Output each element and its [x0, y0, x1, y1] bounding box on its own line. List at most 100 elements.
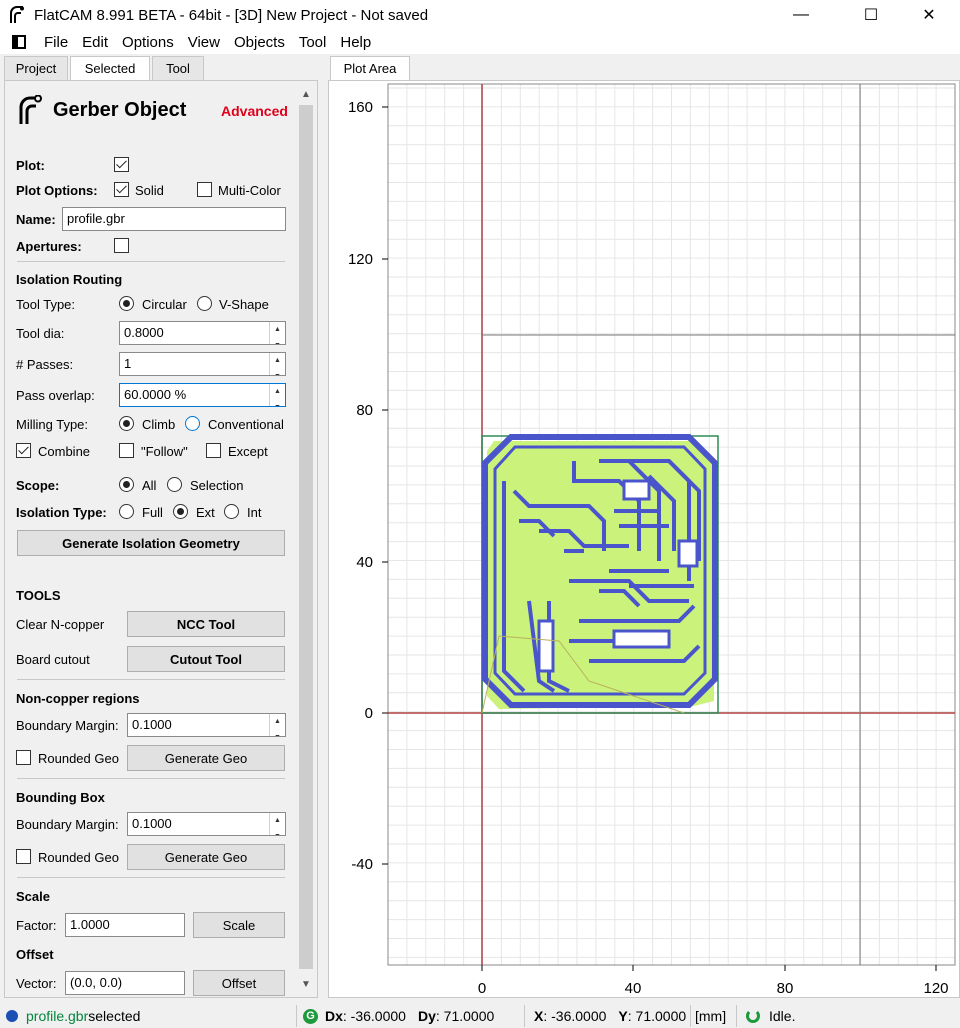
tab-project[interactable]: Project: [4, 56, 68, 80]
scope-selection-label: Selection: [190, 478, 244, 493]
spinner-icon[interactable]: ▲▼: [269, 813, 285, 835]
solid-label: Solid: [135, 183, 164, 198]
generate-isolation-button[interactable]: Generate Isolation Geometry: [17, 530, 285, 556]
bbox-rounded-checkbox[interactable]: [16, 849, 31, 864]
tool-dia-input[interactable]: 0.8000 ▲▼: [119, 321, 286, 345]
ncc-tool-button[interactable]: NCC Tool: [127, 611, 285, 637]
spinner-icon[interactable]: ▲▼: [269, 714, 285, 736]
solid-checkbox[interactable]: [114, 182, 129, 197]
gerber-logo-icon: [19, 95, 42, 124]
pcb-geometry: [481, 434, 719, 714]
climb-radio[interactable]: [119, 416, 134, 431]
plot-canvas[interactable]: 160 120 80 40 0 -40 0 40 80 120: [328, 80, 960, 998]
conventional-radio[interactable]: [185, 416, 200, 431]
tool-dia-label: Tool dia:: [16, 326, 65, 341]
x-tick-120: 120: [923, 980, 948, 997]
circular-radio[interactable]: [119, 296, 134, 311]
maximize-button[interactable]: ☐: [848, 0, 894, 30]
plot-panel: Plot Area 160 120 80 40 0 -40 0 40 80 12…: [328, 56, 960, 1000]
multicolor-checkbox[interactable]: [197, 182, 212, 197]
iso-int-radio[interactable]: [224, 504, 239, 519]
scope-all-radio[interactable]: [119, 477, 134, 492]
y-tick-80: 80: [356, 402, 373, 419]
noncopper-rounded-label: Rounded Geo: [38, 751, 119, 766]
iso-full-label: Full: [142, 505, 163, 520]
menu-view[interactable]: View: [188, 34, 220, 51]
activity-spinner-icon: [746, 1009, 760, 1023]
except-checkbox[interactable]: [206, 443, 221, 458]
status-state: Idle.: [746, 1005, 795, 1027]
tab-plot-area[interactable]: Plot Area: [330, 56, 410, 80]
panel-scrollbar[interactable]: ▲ ▼: [297, 85, 315, 993]
noncopper-rounded-checkbox[interactable]: [16, 750, 31, 765]
apertures-checkbox[interactable]: [114, 238, 129, 253]
bbox-margin-label: Boundary Margin:: [16, 817, 119, 832]
spinner-icon[interactable]: ▲▼: [269, 322, 285, 344]
status-object-name: profile.gbr: [26, 1008, 89, 1024]
info-dot-icon: [6, 1010, 18, 1022]
passes-input[interactable]: 1 ▲▼: [119, 352, 286, 376]
iso-ext-radio[interactable]: [173, 504, 188, 519]
overlap-label: Pass overlap:: [16, 388, 95, 403]
multicolor-label: Multi-Color: [218, 183, 281, 198]
follow-checkbox[interactable]: [119, 443, 134, 458]
name-label: Name:: [16, 212, 56, 227]
menu-edit[interactable]: Edit: [82, 34, 108, 51]
y-tick-neg40: -40: [351, 856, 373, 873]
divider: [736, 1005, 737, 1027]
x-tick-0: 0: [478, 980, 486, 997]
dx-value: : -36.0000: [342, 1008, 406, 1024]
vector-input[interactable]: (0.0, 0.0): [65, 971, 185, 995]
iso-full-radio[interactable]: [119, 504, 134, 519]
toggle-panel-icon[interactable]: [12, 35, 26, 49]
plot-svg[interactable]: 160 120 80 40 0 -40 0 40 80 120: [329, 81, 959, 997]
menu-bar: File Edit Options View Objects Tool Help: [0, 30, 960, 54]
divider: [690, 1005, 691, 1027]
status-delta: G Dx: -36.0000 Dy: 71.0000: [303, 1005, 494, 1027]
offset-heading: Offset: [16, 947, 54, 962]
tab-tool[interactable]: Tool: [152, 56, 204, 80]
spinner-icon[interactable]: ▲▼: [269, 384, 285, 406]
menu-tool[interactable]: Tool: [299, 34, 327, 51]
menu-help[interactable]: Help: [340, 34, 371, 51]
name-input[interactable]: profile.gbr: [62, 207, 286, 231]
tab-selected[interactable]: Selected: [70, 56, 150, 80]
y-tick-120: 120: [348, 251, 373, 268]
selected-panel: ▲ ▼ Gerber Object Advanced Plot: Plot Op…: [4, 80, 318, 998]
close-button[interactable]: ✕: [906, 0, 952, 30]
scope-all-label: All: [142, 478, 157, 493]
scope-label: Scope:: [16, 478, 60, 493]
factor-input[interactable]: 1.0000: [65, 913, 185, 937]
y-label: Y: [618, 1008, 628, 1024]
spinner-icon[interactable]: ▲▼: [269, 353, 285, 375]
noncopper-margin-label: Boundary Margin:: [16, 718, 119, 733]
combine-checkbox[interactable]: [16, 443, 31, 458]
vector-label: Vector:: [16, 976, 57, 991]
minimize-button[interactable]: —: [778, 0, 824, 30]
vshape-radio[interactable]: [197, 296, 212, 311]
scroll-up-icon[interactable]: ▲: [297, 85, 315, 103]
pad-cutout: [612, 629, 671, 649]
bbox-rounded-label: Rounded Geo: [38, 850, 119, 865]
menu-file[interactable]: File: [44, 34, 68, 51]
scope-selection-radio[interactable]: [167, 477, 182, 492]
noncopper-margin-value: 0.1000: [132, 717, 172, 732]
grid-snap-icon[interactable]: G: [303, 1008, 318, 1024]
status-coords: X: -36.0000 Y: 71.0000: [534, 1005, 686, 1027]
divider: [296, 1005, 297, 1027]
scale-button[interactable]: Scale: [193, 912, 285, 938]
overlap-input[interactable]: 60.0000 % ▲▼: [119, 383, 286, 407]
climb-label: Climb: [142, 417, 176, 432]
noncopper-generate-button[interactable]: Generate Geo: [127, 745, 285, 771]
menu-objects[interactable]: Objects: [234, 34, 285, 51]
status-object: profile.gbr selected: [6, 1005, 140, 1027]
scrollbar-thumb[interactable]: [299, 105, 313, 969]
bbox-margin-input[interactable]: 0.1000 ▲▼: [127, 812, 286, 836]
scroll-down-icon[interactable]: ▼: [297, 975, 315, 993]
menu-options[interactable]: Options: [122, 34, 174, 51]
bbox-generate-button[interactable]: Generate Geo: [127, 844, 285, 870]
cutout-tool-button[interactable]: Cutout Tool: [127, 646, 285, 672]
noncopper-margin-input[interactable]: 0.1000 ▲▼: [127, 713, 286, 737]
offset-button[interactable]: Offset: [193, 970, 285, 996]
plot-checkbox[interactable]: [114, 157, 129, 172]
